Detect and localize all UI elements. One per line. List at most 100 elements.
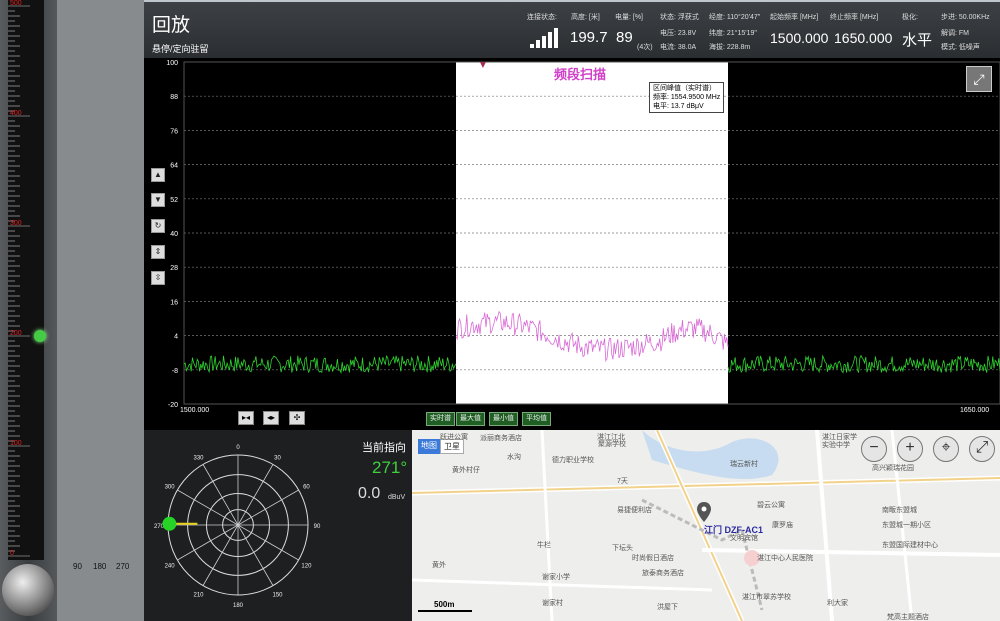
polar-angle-label: 90 [314,524,321,530]
stop-freq-value[interactable]: 1650.000 [834,30,892,46]
tooltip-freq: 频率: 1554.9500 MHz [653,94,721,101]
polarization-value[interactable]: 水平 [902,29,932,50]
tooltip-title: 区间峰值（实时谱） [653,85,716,92]
spectrum-panel: 100 88 76 64 52 40 28 16 4 -8 -20 频段扫描 区间峰值（实时谱） 频… [144,58,1000,430]
voltage-text: 电压: 23.8V [660,30,697,37]
stop-freq-label: 终止频率 [MHz] [830,14,879,21]
y-tick-label: 40 [170,231,178,238]
degree-label: 180 [93,562,107,571]
realtime-button[interactable]: 实时谱 [426,412,455,426]
current-text: 电流: 38.0A [660,44,697,51]
map-tab[interactable]: 地图 [418,439,440,454]
level-value: 0.0 [358,485,381,502]
step-text: 步进: 50.00KHz [941,14,990,21]
map-place-label: 谢家村 [542,600,563,607]
polar-angle-label: 150 [272,592,283,598]
zoom-in-horizontal-icon[interactable]: ▸◂ [238,411,254,425]
map-place-label: 湛江中心人民医院 [757,555,813,562]
y-tick-label: 76 [170,128,178,135]
y-tick-label: 4 [174,334,178,341]
y-tick-label: 16 [170,299,178,306]
direction-value: 271° [372,458,408,477]
polarization-label: 极化: [902,14,918,21]
polar-angle-label: 210 [193,592,204,598]
polar-plot[interactable]: 0306090120150180210240270300330 [144,430,344,621]
map-place-label: 东盟国际建材中心 [882,542,938,549]
degree-label: 90 [73,562,82,571]
map-place-label: 洪屋下 [657,604,678,611]
y-tick-label: 52 [170,197,178,204]
map-place-label: 南畈东盟城 [882,507,917,514]
map-place-label: 谢家小学 [542,574,570,581]
height-value: 199.7 [570,29,608,46]
map-place-label: 德力职业学校 [552,457,594,464]
spectrum-chart[interactable]: 100 88 76 64 52 40 28 16 4 -8 -20 [144,58,1000,430]
map-view[interactable]: 地图 卫星 江门 DZF-AC1 500m 跃进公寓 派丽商务酒店 湛江江北 聚源学校… [412,430,1000,621]
map-place-label: 瑞云新村 [730,461,758,468]
map-place-label: 康罗庙 [772,522,793,529]
slider-thumb[interactable] [34,330,46,342]
map-fullscreen-icon[interactable]: ⤢ [969,436,995,462]
map-place-label: 跃进公寓 [440,434,468,441]
fit-icon[interactable]: ✣ [289,411,305,425]
polar-angle-label: 60 [303,485,310,491]
y-tick-label: 64 [170,163,178,170]
slider-scale: 500 400 300 200 100 0 [8,0,30,557]
map-place-label: 文明宾馆 [730,535,758,542]
zoom-in-icon[interactable]: + [897,436,923,462]
ruler-label: 0 [10,550,14,557]
max-button[interactable]: 最大值 [456,412,485,426]
map-place-label: 梵高主题酒店 [887,614,929,621]
chart-title: 频段扫描 [554,67,607,82]
ruler-label: 200 [10,330,22,337]
locate-icon[interactable]: ⌖ [933,436,959,462]
avg-button[interactable]: 平均值 [522,412,551,426]
altitude-text: 海拔: 228.8m [709,44,751,51]
down-arrow-icon[interactable]: ▼ [151,193,165,207]
map-place-label: 黄外村仔 [452,467,480,474]
map-place-label: 时尚假日酒店 [632,555,674,562]
battery-sub: (4次) [637,44,653,51]
polar-angle-label: 0 [236,445,240,451]
side-panel [57,0,144,621]
zoom-out-icon[interactable]: − [861,436,887,462]
map-place-label: 碧云公寓 [757,502,785,509]
expand-vertical-icon[interactable]: ⇕ [151,245,165,259]
polar-angle-label: 180 [233,603,244,609]
compress-vertical-icon[interactable]: ⇳ [151,271,165,285]
connection-label: 连接状态: [527,14,557,21]
y-tick-label: -8 [172,368,178,375]
min-button[interactable]: 最小值 [489,412,518,426]
polar-angle-label: 30 [274,456,281,462]
zoom-out-horizontal-icon[interactable]: ◂▸ [263,411,279,425]
direction-dot [162,516,177,531]
reset-icon[interactable]: ↻ [151,219,165,233]
y-tick-label: 28 [170,265,178,272]
y-tick-label: 88 [170,94,178,101]
mode-subtitle: 悬停/定向驻留 [152,44,209,54]
map-place-label: 7天 [617,478,628,485]
level-unit: dBuV [388,494,406,501]
ruler-label: 300 [10,220,22,227]
up-arrow-icon[interactable]: ▲ [151,168,165,182]
map-place-label: 旅泰商务酒店 [642,570,684,577]
ruler-label: 100 [10,440,22,447]
status-text: 状态: 浮获式 [660,14,699,21]
demod-text: 解调: FM [941,30,969,37]
start-freq-value[interactable]: 1500.000 [770,30,828,46]
start-freq-label: 起始频率 [MHz] [770,14,819,21]
y-tick-label: 100 [166,60,178,67]
degree-label: 270 [116,562,130,571]
longitude-text: 经度: 110°20'47" [709,14,761,21]
vertical-slider[interactable]: 500 400 300 200 100 0 [0,0,57,621]
x-start-label: 1500.000 [180,407,210,414]
fullscreen-icon[interactable]: ⤢ [966,66,992,92]
rotary-knob[interactable] [2,564,54,616]
map-place-label: 下坛头 [612,545,633,552]
map-place-label: 易捷便利店 [617,507,652,514]
header-bar: 回放 悬停/定向驻留 连接状态: 高度: [米] 电量: [%] 199.7 8… [144,0,1000,60]
polar-angle-label: 330 [193,456,204,462]
map-place-label: 牛栏 [537,542,551,549]
y-tick-label: -20 [168,402,178,409]
polar-angle-label: 240 [165,564,176,570]
